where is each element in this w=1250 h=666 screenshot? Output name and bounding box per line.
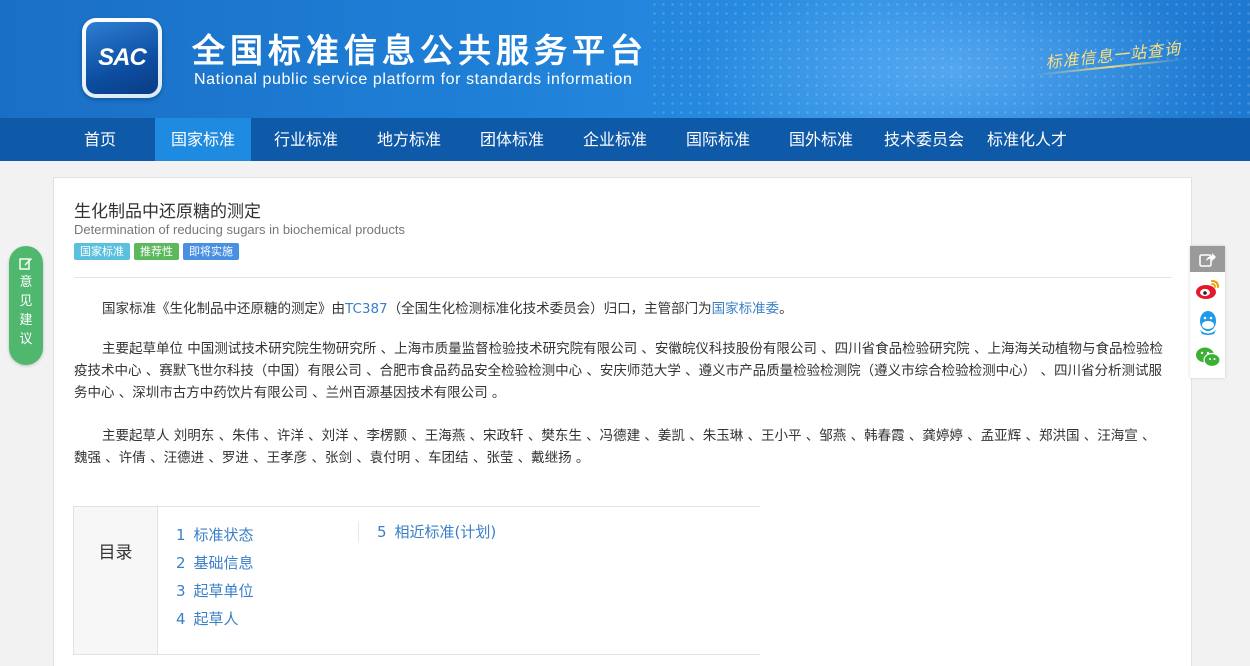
toc-item-drafting-units[interactable]: 3 起草单位 — [176, 577, 254, 605]
nav-item-home[interactable]: 首页 — [54, 118, 146, 161]
toc-item-label: 起草人 — [193, 610, 239, 628]
toc-item-label: 相近标准(计划) — [394, 523, 497, 541]
nav-item-foreign-standards[interactable]: 国外标准 — [773, 118, 869, 161]
intro-prefix: 国家标准《生化制品中还原糖的测定》由 — [102, 301, 345, 317]
header-banner: SAC 全国标准信息公共服务平台 National public service… — [0, 0, 1250, 118]
edit-icon — [19, 258, 32, 270]
intro-middle: （全国生化检测标准化技术委员会）归口，主管部门为 — [387, 301, 712, 317]
drafters-paragraph: 主要起草人 刘明东 、朱伟 、许洋 、刘洋 、李楞颢 、王海燕 、宋政轩 、樊东… — [74, 428, 1156, 466]
toc-item-standard-status[interactable]: 1 标准状态 — [176, 521, 254, 549]
badge-upcoming: 即将实施 — [183, 243, 239, 260]
logo-badge: SAC — [86, 22, 158, 94]
toc-item-number: 5 — [377, 523, 387, 541]
tc-link[interactable]: TC387 — [345, 301, 388, 317]
badge-recommended: 推荐性 — [134, 243, 179, 260]
nav-item-international-standards[interactable]: 国际标准 — [670, 118, 766, 161]
wechat-share-button[interactable] — [1190, 340, 1225, 374]
table-of-contents: 目录 1 标准状态 2 基础信息 3 起草单位 4 起草人 5 相近标准(计划) — [73, 506, 760, 655]
qq-icon — [1199, 311, 1216, 335]
toc-item-number: 1 — [176, 526, 186, 544]
intro-paragraph: 国家标准《生化制品中还原糖的测定》由TC387（全国生化检测标准化技术委员会）归… — [74, 298, 1168, 320]
standard-title-en: Determination of reducing sugars in bioc… — [74, 222, 405, 237]
toc-item-drafters[interactable]: 4 起草人 — [176, 605, 254, 633]
feedback-label: 意见建议 — [19, 275, 33, 347]
intro-suffix: 。 — [779, 301, 793, 317]
title-divider — [74, 277, 1172, 278]
nav-item-local-standards[interactable]: 地方标准 — [361, 118, 457, 161]
sac-logo[interactable]: SAC — [82, 18, 162, 98]
nav-item-national-standards[interactable]: 国家标准 — [155, 118, 251, 161]
toc-item-label: 标准状态 — [193, 526, 254, 544]
nav-item-enterprise-standards[interactable]: 企业标准 — [567, 118, 663, 161]
nav-item-industry-standards[interactable]: 行业标准 — [258, 118, 354, 161]
toc-item-number: 3 — [176, 582, 186, 600]
share-icon — [1198, 253, 1216, 267]
weibo-icon — [1195, 280, 1219, 299]
toc-item-basic-info[interactable]: 2 基础信息 — [176, 549, 254, 577]
nav-item-standardization-talent[interactable]: 标准化人才 — [979, 118, 1075, 161]
toc-column-2: 5 相近标准(计划) — [358, 521, 496, 543]
nav-item-technical-committees[interactable]: 技术委员会 — [876, 118, 972, 161]
site-title: 全国标准信息公共服务平台 — [192, 31, 648, 70]
nav-item-group-standards[interactable]: 团体标准 — [464, 118, 560, 161]
toc-column-1: 1 标准状态 2 基础信息 3 起草单位 4 起草人 — [176, 521, 254, 633]
toc-item-similar-standards[interactable]: 5 相近标准(计划) — [377, 518, 496, 546]
toc-item-number: 2 — [176, 554, 186, 572]
logo-text: SAC — [98, 44, 147, 71]
toc-item-number: 4 — [176, 610, 186, 628]
main-nav: 首页 国家标准 行业标准 地方标准 团体标准 企业标准 国际标准 国外标准 技术… — [0, 118, 1250, 161]
standard-detail-card: 生化制品中还原糖的测定 Determination of reducing su… — [53, 177, 1192, 666]
feedback-tab[interactable]: 意见建议 — [9, 246, 43, 365]
share-sidebar — [1190, 246, 1225, 378]
weibo-share-button[interactable] — [1190, 272, 1225, 306]
toc-label: 目录 — [74, 507, 158, 654]
toc-item-label: 基础信息 — [193, 554, 254, 572]
drafting-units-paragraph: 主要起草单位 中国测试技术研究院生物研究所 、上海市质量监督检验技术研究院有限公… — [74, 341, 1163, 401]
toc-item-label: 起草单位 — [193, 582, 254, 600]
site-subtitle: National public service platform for sta… — [194, 71, 633, 88]
status-badges: 国家标准 推荐性 即将实施 — [74, 243, 239, 260]
qq-share-button[interactable] — [1190, 306, 1225, 340]
share-button[interactable] — [1190, 246, 1225, 272]
badge-national-standard: 国家标准 — [74, 243, 130, 260]
department-link[interactable]: 国家标准委 — [712, 301, 780, 317]
wechat-icon — [1195, 347, 1221, 368]
standard-title-cn: 生化制品中还原糖的测定 — [74, 202, 261, 222]
